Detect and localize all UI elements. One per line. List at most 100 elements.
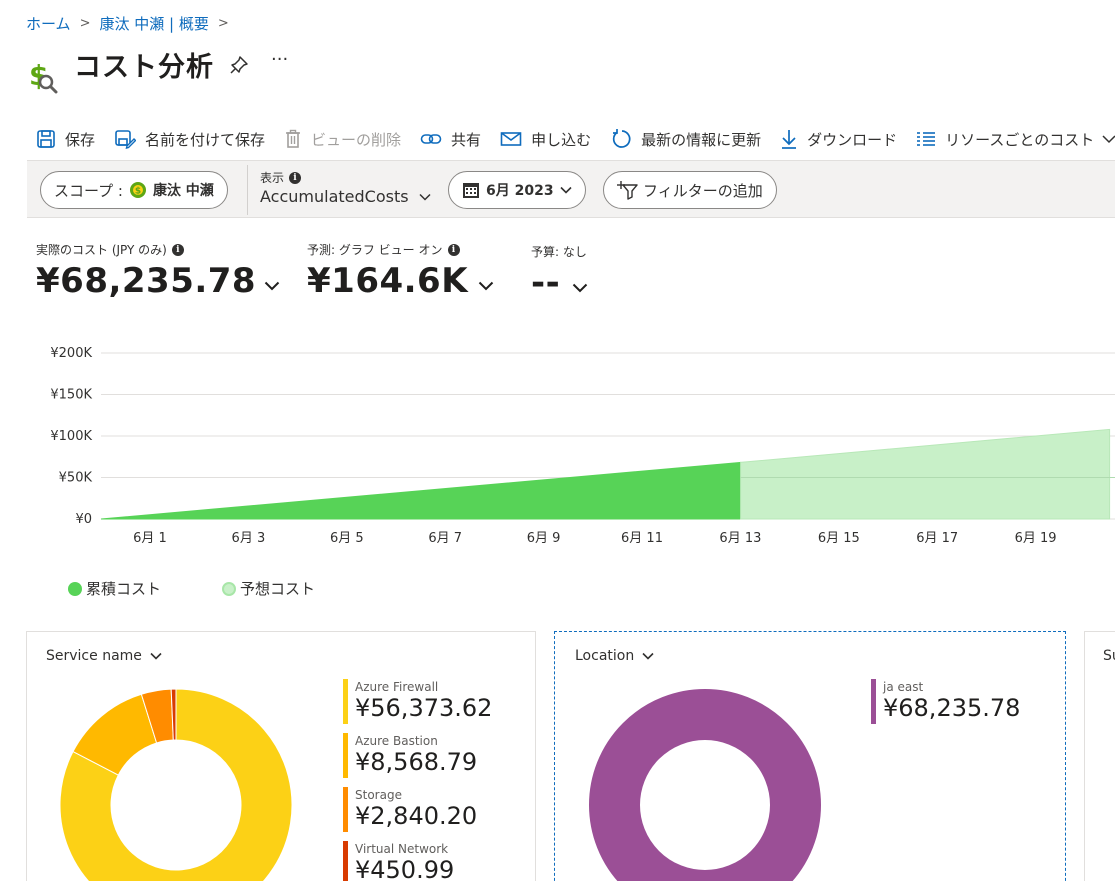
- save-label: 保存: [65, 130, 96, 149]
- date-range-picker[interactable]: 6月 2023: [448, 171, 586, 209]
- chevron-down-icon: [572, 283, 588, 293]
- service-name-header: Service name: [46, 648, 142, 664]
- legend-item-name: Virtual Network: [355, 842, 449, 856]
- save-icon: [36, 129, 56, 149]
- third-card-dropdown[interactable]: Su: [1103, 648, 1115, 664]
- y-tick-label: ¥200K: [50, 346, 92, 361]
- legend-color-bar: [343, 733, 348, 778]
- legend-item-name: Storage: [355, 788, 402, 802]
- kpi-forecast-toggle[interactable]: ¥164.6K: [307, 261, 494, 301]
- kpi-budget-value: --: [531, 263, 561, 303]
- kpi-actual-toggle[interactable]: ¥68,235.78: [36, 261, 280, 301]
- info-icon: i: [447, 243, 460, 256]
- legend-forecast-label: 予想コスト: [240, 580, 316, 598]
- legend-actual-swatch: [68, 581, 82, 596]
- scope-label: スコープ :: [54, 181, 123, 200]
- third-card: Su: [1084, 631, 1115, 881]
- delete-view-button[interactable]: ビューの削除: [284, 129, 401, 150]
- legend-actual-label: 累積コスト: [86, 580, 162, 598]
- save-as-button[interactable]: 名前を付けて保存: [114, 129, 265, 150]
- series-area-actual: [100, 461, 742, 520]
- service-name-card: Service name Azure Firewall ¥56,373.62 Azu…: [26, 631, 536, 881]
- group-by-dropdown[interactable]: リソースごとのコスト: [916, 129, 1115, 150]
- legend-color-bar: [343, 787, 348, 832]
- breadcrumb-overview-link[interactable]: 康汰 中瀬 | 概要: [99, 13, 208, 34]
- scope-pill[interactable]: スコープ : $ 康汰 中瀬: [40, 171, 228, 209]
- legend-color-bar: [343, 679, 348, 724]
- legend-item-value: ¥8,568.79: [355, 748, 478, 776]
- service-donut-chart: [59, 688, 293, 881]
- x-tick-label: 6月 13: [719, 531, 761, 546]
- view-value: AccumulatedCosts: [260, 187, 409, 206]
- page-title: コスト分析: [74, 52, 214, 83]
- kpi-actual-label: 実際のコスト (JPY のみ): [36, 243, 167, 257]
- x-tick-label: 6月 19: [1015, 531, 1057, 546]
- cost-analysis-icon: $: [27, 58, 59, 94]
- info-icon: i: [289, 171, 302, 184]
- kpi-budget: 予算: なし --: [531, 243, 588, 303]
- subscribe-button[interactable]: 申し込む: [500, 129, 591, 150]
- save-button[interactable]: 保存: [36, 129, 95, 150]
- legend-forecast[interactable]: 予想コスト: [222, 578, 315, 599]
- y-tick-label: ¥100K: [50, 429, 92, 444]
- kpi-actual-cost: 実際のコスト (JPY のみ) i ¥68,235.78: [36, 241, 280, 301]
- location-dropdown[interactable]: Location: [575, 648, 654, 664]
- y-tick-label: ¥150K: [50, 388, 92, 403]
- cost-area-chart: ¥200K ¥150K ¥100K ¥50K ¥0 6月 1 6月 3 6月 5 6月 7 6月 …: [50, 346, 1115, 546]
- kpi-forecast-label: 予測: グラフ ビュー オン: [307, 243, 443, 257]
- breadcrumb-home-link[interactable]: ホーム: [26, 13, 71, 34]
- refresh-button[interactable]: 最新の情報に更新: [610, 128, 761, 150]
- view-label: 表示: [260, 171, 285, 185]
- breadcrumb-chevron-icon: >: [79, 15, 91, 31]
- chevron-down-icon: [560, 186, 572, 194]
- kpi-budget-toggle[interactable]: --: [531, 263, 588, 303]
- list-icon: [916, 129, 936, 149]
- legend-forecast-swatch: [222, 581, 236, 596]
- legend-item-name: Azure Firewall: [355, 680, 439, 694]
- legend-item-name: Azure Bastion: [355, 734, 438, 748]
- more-options-button[interactable]: ···: [271, 49, 288, 70]
- chevron-down-icon: [264, 281, 280, 291]
- mail-icon: [500, 129, 522, 149]
- kpi-actual-value: ¥68,235.78: [36, 261, 257, 301]
- y-tick-label: ¥50K: [59, 471, 93, 486]
- donut-slice[interactable]: [589, 689, 821, 881]
- y-tick-label: ¥0: [75, 512, 92, 527]
- breadcrumb-chevron-icon: >: [217, 15, 229, 31]
- add-filter-icon: [617, 180, 639, 200]
- service-name-dropdown[interactable]: Service name: [46, 648, 162, 664]
- legend-item-name: ja east: [883, 680, 924, 694]
- chevron-down-icon: [478, 281, 494, 291]
- filter-bar: スコープ : $ 康汰 中瀬 表示 i AccumulatedCosts 6月 …: [27, 160, 1115, 218]
- x-tick-label: 6月 11: [621, 531, 663, 546]
- location-legend: ja east ¥68,235.78: [871, 679, 1061, 881]
- legend-color-bar: [871, 679, 876, 724]
- third-card-header: Su: [1103, 648, 1115, 664]
- share-button[interactable]: 共有: [420, 129, 481, 150]
- x-tick-label: 6月 17: [916, 531, 958, 546]
- breadcrumb: ホーム > 康汰 中瀬 | 概要 >: [26, 12, 238, 34]
- delete-view-label: ビューの削除: [311, 130, 402, 149]
- scope-value: 康汰 中瀬: [152, 183, 214, 199]
- legend-item-value: ¥2,840.20: [355, 802, 478, 830]
- download-button[interactable]: ダウンロード: [780, 128, 897, 150]
- refresh-icon: [610, 128, 632, 150]
- command-bar: 保存 名前を付けて保存 ビューの削除 共有 申し込む 最新の情報に更新 ダウンロ…: [36, 125, 1115, 153]
- link-icon: [420, 129, 442, 149]
- save-as-icon: [114, 129, 137, 149]
- pin-icon[interactable]: [229, 55, 249, 75]
- legend-actual[interactable]: 累積コスト: [68, 578, 161, 599]
- series-area-forecast: [740, 428, 1111, 520]
- service-legend: Azure Firewall ¥56,373.62 Azure Bastion ¥8,…: [343, 679, 533, 881]
- download-icon: [780, 128, 798, 150]
- save-as-label: 名前を付けて保存: [145, 130, 266, 149]
- location-card: Location ja east ¥68,235.78: [554, 631, 1066, 881]
- location-header: Location: [575, 648, 635, 664]
- trash-icon: [284, 129, 302, 149]
- legend-color-bar: [343, 841, 348, 881]
- info-icon: i: [171, 243, 184, 256]
- view-selector[interactable]: 表示 i AccumulatedCosts: [260, 169, 431, 206]
- add-filter-button[interactable]: フィルターの追加: [603, 171, 777, 209]
- kpi-budget-label: 予算: なし: [531, 245, 587, 259]
- calendar-icon: [462, 181, 480, 199]
